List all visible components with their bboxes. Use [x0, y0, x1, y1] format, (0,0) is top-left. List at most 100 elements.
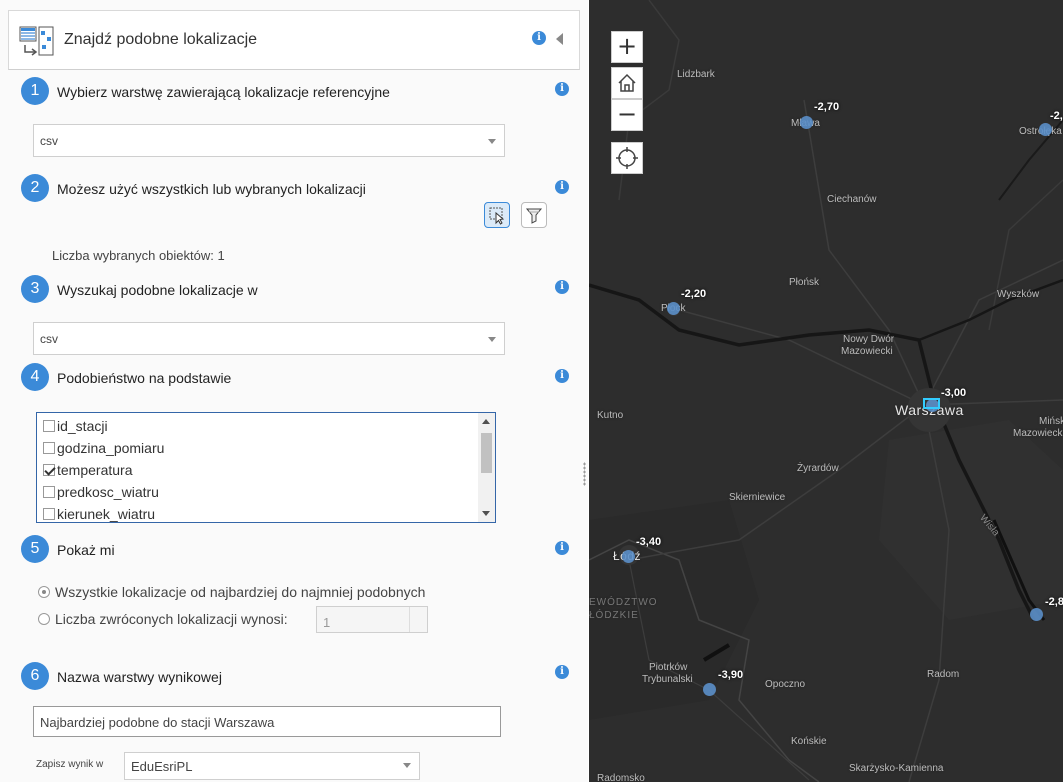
field-item-kierunek-wiatru[interactable]: kierunek_wiatru	[43, 506, 155, 522]
select-features-button[interactable]	[484, 202, 510, 228]
scrollbar-thumb[interactable]	[481, 433, 492, 473]
region-label: EWÓDZTWO	[589, 597, 658, 608]
field-item-predkosc-wiatru[interactable]: predkosc_wiatru	[43, 484, 159, 504]
step-title-4: Podobieństwo na podstawie	[57, 370, 232, 386]
station-point[interactable]	[667, 302, 680, 315]
tool-panel: Znajdź podobne lokalizacje i 1 Wybierz w…	[0, 0, 588, 782]
filter-features-button[interactable]	[521, 202, 547, 228]
chevron-down-icon	[403, 763, 411, 768]
place-label: Ciechanów	[827, 194, 877, 205]
fields-list[interactable]: id_stacji godzina_pomiaru temperatura pr…	[36, 412, 496, 523]
place-label: Trybunalski	[642, 674, 693, 685]
station-point[interactable]	[622, 550, 635, 563]
station-point[interactable]	[800, 116, 813, 129]
selected-station-highlight[interactable]	[923, 398, 940, 409]
panel-splitter[interactable]	[583, 462, 586, 486]
scroll-down-icon[interactable]	[482, 511, 490, 516]
station-value-label: -2,8	[1045, 596, 1063, 608]
place-label: Lidzbark	[677, 69, 715, 80]
step-number-2: 2	[21, 174, 49, 202]
field-item-temperatura[interactable]: temperatura	[43, 462, 132, 482]
info-icon[interactable]: i	[532, 31, 546, 45]
zoom-in-button[interactable]: +	[611, 31, 643, 63]
step-number-4: 4	[21, 363, 49, 391]
field-item-id-stacji[interactable]: id_stacji	[43, 418, 108, 438]
place-label: Płońsk	[789, 277, 820, 288]
chevron-down-icon	[488, 139, 496, 144]
filter-icon	[525, 208, 543, 224]
field-checkbox[interactable]	[43, 442, 55, 454]
chevron-down-icon	[488, 337, 496, 342]
save-folder-select[interactable]: EduEsriPL	[124, 752, 420, 780]
number-spinner[interactable]	[409, 607, 427, 632]
place-label: Mazowiecki	[841, 346, 893, 357]
station-point[interactable]	[703, 683, 716, 696]
step2-info-icon[interactable]: i	[555, 180, 569, 194]
step-title-6: Nazwa warstwy wynikowej	[57, 669, 222, 685]
step-title-3: Wyszukaj podobne lokalizacje w	[57, 282, 258, 298]
panel-title: Znajdź podobne lokalizacje	[64, 31, 258, 48]
station-value-label: -3,90	[718, 669, 744, 681]
place-label: Skarżysko-Kamienna	[849, 763, 944, 774]
selected-features-count: Liczba wybranych obiektów: 1	[52, 248, 225, 263]
map-view[interactable]: + − Lidzbark Mława Ostrołęka Ciechanów P…	[589, 0, 1063, 782]
field-item-godzina-pomiaru[interactable]: godzina_pomiaru	[43, 440, 164, 460]
station-value-label: -3,00	[941, 387, 967, 399]
place-label: Piotrków	[649, 662, 688, 673]
select-features-icon	[489, 207, 505, 225]
result-count-input[interactable]: 1	[316, 606, 428, 633]
field-checkbox[interactable]	[43, 420, 55, 432]
radio-button-checked[interactable]	[38, 586, 50, 598]
step-number-6: 6	[21, 662, 49, 690]
place-label: Wyszków	[997, 289, 1040, 300]
station-value-label: -2,70	[814, 101, 840, 113]
list-scrollbar[interactable]	[478, 413, 495, 522]
field-checkbox[interactable]	[43, 508, 55, 520]
find-similar-icon	[19, 26, 54, 56]
place-label: Radomsko	[597, 773, 645, 782]
region-label: ŁÓDZKIE	[589, 610, 639, 621]
step1-info-icon[interactable]: i	[555, 82, 569, 96]
radio-button[interactable]	[38, 613, 50, 625]
step4-info-icon[interactable]: i	[555, 369, 569, 383]
search-layer-select[interactable]: csv	[33, 322, 505, 355]
station-value-label: -2,	[1050, 110, 1063, 122]
place-label: Mińsk	[1039, 416, 1063, 427]
result-layer-name-input[interactable]: Najbardziej podobne do stacji Warszawa	[33, 706, 501, 737]
option-count-locations[interactable]: Liczba zwróconych lokalizacji wynosi:	[38, 611, 288, 627]
field-checkbox-checked[interactable]	[43, 464, 55, 476]
step5-info-icon[interactable]: i	[555, 541, 569, 555]
step-number-1: 1	[21, 77, 49, 105]
reference-layer-select[interactable]: csv	[33, 124, 505, 157]
station-value-label: -2,20	[681, 288, 707, 300]
place-label: Radom	[927, 669, 960, 680]
panel-header: Znajdź podobne lokalizacje i	[8, 10, 580, 70]
home-icon	[618, 73, 636, 92]
step-title-5: Pokaż mi	[57, 542, 115, 558]
place-label: Kutno	[597, 410, 624, 421]
option-all-locations[interactable]: Wszystkie lokalizacje od najbardziej do …	[38, 584, 425, 600]
step-title-1: Wybierz warstwę zawierającą lokalizacje …	[57, 84, 390, 100]
locate-button[interactable]	[611, 142, 643, 174]
place-label: Żyrardów	[797, 463, 839, 474]
home-button[interactable]	[611, 67, 643, 99]
reference-layer-value: csv	[40, 134, 58, 148]
place-label: Nowy Dwór	[843, 334, 895, 345]
step-title-2: Możesz użyć wszystkich lub wybranych lok…	[57, 181, 366, 197]
place-label: Końskie	[791, 736, 827, 747]
place-label: Opoczno	[765, 679, 806, 690]
station-value-label: -3,40	[636, 536, 662, 548]
collapse-panel-icon[interactable]	[556, 33, 563, 45]
step-number-3: 3	[21, 275, 49, 303]
locate-icon	[616, 147, 638, 169]
station-point[interactable]	[1030, 608, 1043, 621]
field-checkbox[interactable]	[43, 486, 55, 498]
zoom-out-button[interactable]: −	[611, 99, 643, 131]
scroll-up-icon[interactable]	[482, 419, 490, 424]
step-number-5: 5	[21, 535, 49, 563]
step3-info-icon[interactable]: i	[555, 280, 569, 294]
step6-info-icon[interactable]: i	[555, 665, 569, 679]
place-label: Skierniewice	[729, 492, 786, 503]
station-point[interactable]	[1039, 123, 1052, 136]
search-layer-value: csv	[40, 332, 58, 346]
